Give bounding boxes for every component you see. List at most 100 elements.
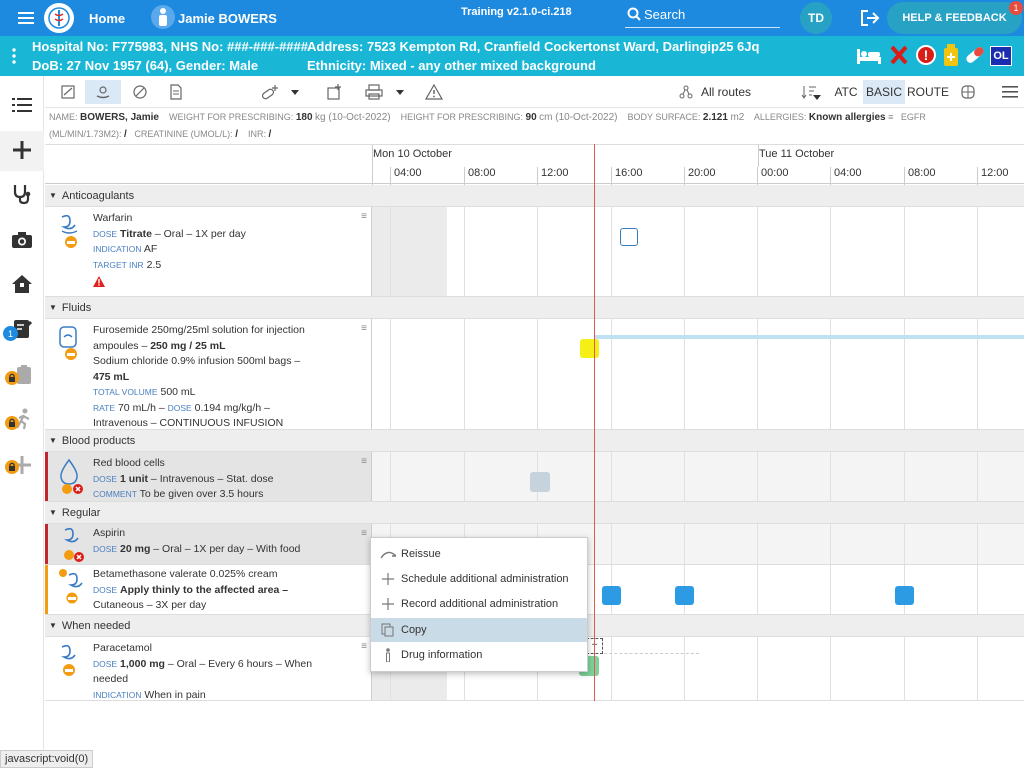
avatar[interactable]: TD — [800, 2, 832, 34]
section-header-regular[interactable]: ▼ Regular — [45, 502, 1024, 524]
section-header-blood-products[interactable]: ▼ Blood products — [45, 430, 1024, 452]
dose-value: 1,000 mg — [120, 657, 165, 670]
camera-icon[interactable] — [5, 223, 39, 257]
indication-label: INDICATION — [93, 244, 142, 254]
bsa-value: 2.121 — [702, 112, 728, 123]
drug-information-menu-item[interactable]: Drug information — [371, 643, 587, 667]
record-additional-menu-item[interactable]: Record additional administration — [371, 592, 587, 616]
iv-bag-icon — [57, 325, 83, 361]
rate-label: RATE — [93, 402, 116, 413]
stethoscope-icon[interactable] — [5, 177, 39, 211]
add-medication-icon[interactable] — [259, 80, 281, 104]
allergies-label: ALLERGIES: — [753, 112, 807, 122]
alert-x-icon[interactable] — [890, 45, 908, 68]
medication-info[interactable]: Warfarin DOSE Titrate – Oral – 1X per da… — [45, 207, 372, 296]
ol-badge[interactable]: OL — [990, 46, 1012, 66]
comment-label: COMMENT — [93, 489, 137, 499]
administration-grid[interactable] — [372, 452, 1024, 501]
prescription-count-badge: 1 — [3, 326, 18, 341]
menu-item-label: Copy — [401, 624, 427, 636]
hamburger-menu-icon[interactable] — [18, 10, 36, 26]
topical-medication-icon — [58, 567, 84, 604]
administration-grid[interactable] — [372, 207, 1024, 296]
lock-icon — [5, 416, 19, 430]
atc-button[interactable]: ATC — [831, 80, 861, 104]
administration-grid[interactable] — [372, 319, 1024, 429]
infusion-start-marker[interactable] — [580, 339, 599, 358]
height-unit: cm (10-Oct-2022) — [539, 112, 618, 123]
scheduled-dose-slot[interactable] — [620, 228, 638, 246]
pill-icon[interactable] — [964, 45, 986, 68]
section-header-fluids[interactable]: ▼ Fluids — [45, 297, 1024, 319]
more-vertical-icon[interactable] — [12, 48, 16, 64]
scheduled-dose-marker[interactable] — [675, 586, 694, 605]
basic-button[interactable]: BASIC — [863, 80, 905, 104]
menu-icon[interactable]: ≡ — [888, 112, 893, 122]
medication-row-fluids[interactable]: Furosemide 250mg/25ml solution for injec… — [45, 319, 1024, 430]
warning-triangle-icon[interactable] — [423, 80, 445, 104]
medication-info[interactable]: Red blood cells DOSE 1 unit – Intravenou… — [45, 452, 372, 501]
sort-icon[interactable] — [800, 80, 818, 104]
row-menu-icon[interactable]: ≡ — [361, 526, 367, 542]
row-menu-icon[interactable]: ≡ — [361, 639, 367, 655]
row-menu-icon[interactable]: ≡ — [361, 321, 367, 337]
scheduled-dose-marker[interactable] — [895, 586, 914, 605]
warning-exclamation-icon[interactable]: ! — [916, 45, 936, 65]
copy-menu-item[interactable]: Copy — [371, 618, 587, 642]
help-feedback-button[interactable]: HELP & FEEDBACK — [887, 2, 1022, 34]
warning-triangle-icon[interactable] — [93, 276, 361, 293]
section-header-anticoagulants[interactable]: ▼ Anticoagulants — [45, 185, 1024, 207]
medication-info[interactable]: Furosemide 250mg/25ml solution for injec… — [45, 319, 372, 429]
given-dose-marker[interactable] — [530, 472, 550, 492]
creatinine-label: CREATININE (UMOL/L): — [134, 129, 233, 139]
document-icon[interactable] — [165, 80, 187, 104]
reissue-menu-item[interactable]: Reissue — [371, 542, 587, 566]
medication-strength: 250 mg / 25 mL — [150, 339, 226, 352]
bed-icon[interactable] — [856, 45, 882, 68]
plus-icon[interactable] — [5, 133, 39, 167]
day-label-tue: Tue 11 October — [759, 148, 835, 160]
list-icon[interactable] — [5, 88, 39, 122]
dose-detail: – Oral – 1X per day — [151, 227, 246, 240]
weight-value: 180 — [295, 112, 313, 123]
logout-icon[interactable] — [860, 9, 880, 27]
administer-view-icon[interactable] — [85, 80, 121, 104]
app-logo[interactable] — [44, 3, 74, 33]
chevron-down-icon[interactable] — [289, 80, 301, 104]
dose-label: DOSE — [93, 543, 118, 554]
infusion-bar[interactable] — [594, 335, 1024, 339]
patient-name-link[interactable]: Jamie BOWERS — [178, 11, 277, 26]
section-title: Anticoagulants — [61, 190, 135, 202]
medication-row-warfarin[interactable]: Warfarin DOSE Titrate – Oral – 1X per da… — [45, 207, 1024, 297]
view-chart-icon[interactable] — [57, 80, 79, 104]
home-link[interactable]: Home — [89, 11, 125, 26]
egfr-unit: (ML/MIN/1.73M2): — [49, 129, 122, 139]
add-document-icon[interactable] — [323, 80, 345, 104]
print-icon[interactable] — [363, 80, 385, 104]
no-entry-icon[interactable] — [129, 80, 151, 104]
routes-select[interactable]: All routes — [697, 80, 821, 104]
layout-toggle-icon[interactable] — [957, 80, 979, 104]
medicine-bottle-icon[interactable] — [943, 44, 959, 69]
scheduled-dose-marker[interactable] — [602, 586, 621, 605]
medication-info[interactable]: Betamethasone valerate 0.025% cream DOSE… — [45, 565, 372, 614]
chevron-down-icon[interactable] — [394, 80, 406, 104]
height-value: 90 — [525, 112, 537, 123]
dose-value: Titrate — [120, 227, 152, 240]
creatinine-value: / — [235, 129, 238, 140]
menu-icon[interactable] — [999, 80, 1021, 104]
row-menu-icon[interactable]: ≡ — [361, 209, 367, 225]
schedule-additional-menu-item[interactable]: Schedule additional administration — [371, 567, 587, 591]
allergies-value[interactable]: Known allergies — [809, 112, 886, 123]
person-icon — [151, 5, 175, 29]
medication-info[interactable]: Paracetamol DOSE 1,000 mg – Oral – Every… — [45, 637, 372, 701]
row-menu-icon[interactable]: ≡ — [361, 454, 367, 470]
patient-ethnicity: Ethnicity: Mixed - any other mixed backg… — [307, 58, 596, 73]
medication-name: Warfarin — [93, 212, 133, 224]
medication-row-rbc[interactable]: Red blood cells DOSE 1 unit – Intravenou… — [45, 452, 1024, 502]
home-icon[interactable] — [5, 267, 39, 301]
medication-info[interactable]: Aspirin DOSE 20 mg – Oral – 1X per day –… — [45, 524, 372, 564]
patient-ids: Hospital No: F775983, NHS No: ###-###-##… — [32, 39, 308, 54]
route-button[interactable]: ROUTE — [907, 80, 949, 104]
search-field[interactable]: Search — [625, 6, 780, 28]
